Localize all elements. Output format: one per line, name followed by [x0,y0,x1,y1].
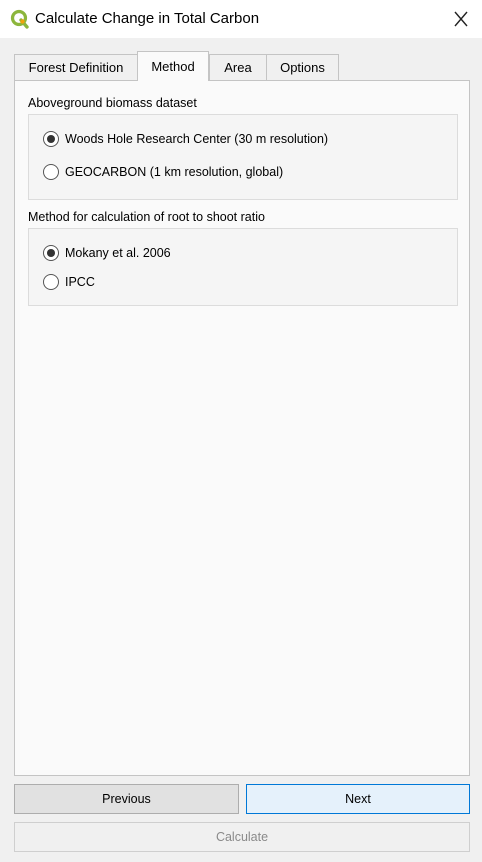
radio-button[interactable] [43,164,59,180]
root-shoot-section-label: Method for calculation of root to shoot … [28,210,265,224]
tab-area[interactable]: Area [209,54,267,80]
radio-label: IPCC [65,275,95,289]
radio-label: Mokany et al. 2006 [65,246,171,260]
window-title: Calculate Change in Total Carbon [35,10,260,27]
radio-button[interactable] [43,274,59,290]
method-panel: Aboveground biomass dataset Woods Hole R… [14,80,470,776]
tab-forest-definition[interactable]: Forest Definition [14,54,138,80]
close-icon[interactable] [448,6,474,32]
radio-label: GEOCARBON (1 km resolution, global) [65,165,284,179]
radio-button-checked[interactable] [43,245,59,261]
tab-options[interactable]: Options [266,54,339,80]
biomass-section-label: Aboveground biomass dataset [28,96,197,110]
radio-button-checked[interactable] [43,131,59,147]
qgis-logo-icon [10,9,29,29]
biomass-option-group: Woods Hole Research Center (30 m resolut… [28,114,458,200]
title-bar: Calculate Change in Total Carbon [0,0,482,38]
previous-button[interactable]: Previous [14,784,239,814]
tab-bar: Forest Definition Method Area Options [14,51,474,82]
root-shoot-option-group: Mokany et al. 2006 IPCC [28,228,458,306]
tab-method[interactable]: Method [137,51,209,81]
radio-label: Woods Hole Research Center (30 m resolut… [65,132,329,146]
calculate-button[interactable]: Calculate [14,822,470,852]
next-button[interactable]: Next [246,784,470,814]
